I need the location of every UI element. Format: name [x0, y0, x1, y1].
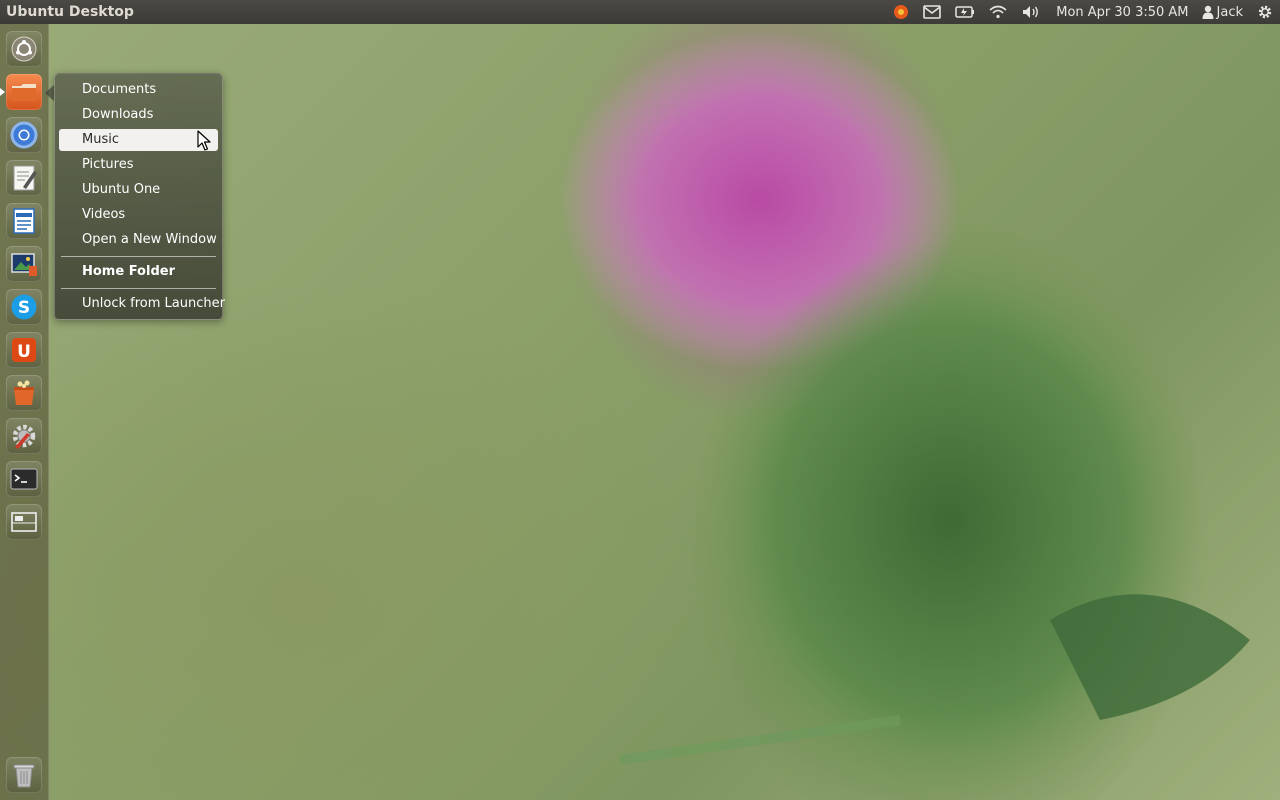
terminal-icon — [10, 468, 38, 490]
quicklist-item-pictures[interactable]: Pictures — [59, 154, 218, 176]
launcher-trash[interactable] — [6, 757, 42, 793]
workspace-switcher-icon — [11, 512, 37, 532]
user-icon — [1202, 5, 1214, 19]
svg-text:U: U — [17, 342, 31, 362]
top-panel: Ubuntu Desktop Mon Apr 30 3:50 AM Jack — [0, 0, 1280, 24]
skype-icon: S — [11, 294, 37, 320]
trash-icon — [13, 764, 35, 788]
quicklist-item-unlock[interactable]: Unlock from Launcher — [59, 293, 225, 315]
flower-icon — [894, 5, 909, 19]
launcher-skype[interactable]: S — [6, 289, 42, 325]
launcher-home-folder[interactable] — [6, 74, 42, 110]
libreoffice-writer-icon — [13, 208, 35, 234]
quicklist-item-ubuntu-one[interactable]: Ubuntu One — [59, 179, 218, 201]
quicklist-separator — [61, 256, 216, 257]
launcher-ubuntu-one[interactable]: U — [6, 332, 42, 368]
battery-icon — [955, 6, 975, 18]
user-menu[interactable]: Jack — [1195, 0, 1250, 24]
system-settings-icon — [12, 424, 36, 449]
launcher-image-viewer[interactable] — [6, 246, 42, 282]
running-indicator — [0, 88, 5, 96]
sound-indicator[interactable] — [1014, 0, 1048, 24]
indicator-area: Mon Apr 30 3:50 AM Jack — [886, 0, 1280, 24]
quicklist-item-music[interactable]: Music — [59, 129, 218, 151]
quicklist-separator — [61, 288, 216, 289]
launcher-software-center[interactable] — [6, 375, 42, 411]
launcher-chromium[interactable] — [6, 117, 42, 153]
launcher-workspace-switcher[interactable] — [6, 504, 42, 540]
software-center-icon — [14, 380, 34, 405]
network-indicator[interactable] — [982, 0, 1014, 24]
clock[interactable]: Mon Apr 30 3:50 AM — [1048, 0, 1194, 24]
window-title: Ubuntu Desktop — [6, 4, 134, 20]
image-viewer-icon — [11, 253, 37, 276]
launcher-dash-home[interactable] — [6, 31, 42, 67]
launcher-system-settings[interactable] — [6, 418, 42, 454]
session-menu[interactable] — [1250, 0, 1280, 24]
dash-home-icon — [11, 36, 37, 62]
update-indicator[interactable] — [886, 0, 916, 24]
quicklist-item-home-folder[interactable]: Home Folder — [59, 261, 218, 283]
launcher-libreoffice-writer[interactable] — [6, 203, 42, 239]
text-editor-icon — [13, 165, 37, 191]
quicklist-item-downloads[interactable]: Downloads — [59, 104, 218, 126]
quicklist-item-documents[interactable]: Documents — [59, 79, 218, 101]
messaging-indicator[interactable] — [916, 0, 948, 24]
home-folder-icon — [12, 84, 36, 101]
home-folder-quicklist: Documents Downloads Music Pictures Ubunt… — [54, 73, 225, 320]
gear-power-icon — [1258, 5, 1272, 19]
ubuntu-one-icon: U — [12, 338, 36, 362]
chromium-icon — [10, 121, 38, 149]
wifi-icon — [989, 5, 1007, 19]
quicklist-pointer — [45, 85, 54, 101]
launcher: S U — [0, 24, 49, 800]
user-name: Jack — [1216, 4, 1243, 20]
launcher-terminal[interactable] — [6, 461, 42, 497]
launcher-text-editor[interactable] — [6, 160, 42, 196]
mouse-pointer-icon — [197, 130, 211, 151]
envelope-icon — [923, 5, 942, 19]
quicklist-item-videos[interactable]: Videos — [59, 204, 218, 226]
quicklist-item-new-window[interactable]: Open a New Window — [59, 229, 218, 251]
battery-indicator[interactable] — [948, 0, 982, 24]
svg-text:S: S — [18, 298, 30, 318]
speaker-icon — [1023, 6, 1039, 18]
